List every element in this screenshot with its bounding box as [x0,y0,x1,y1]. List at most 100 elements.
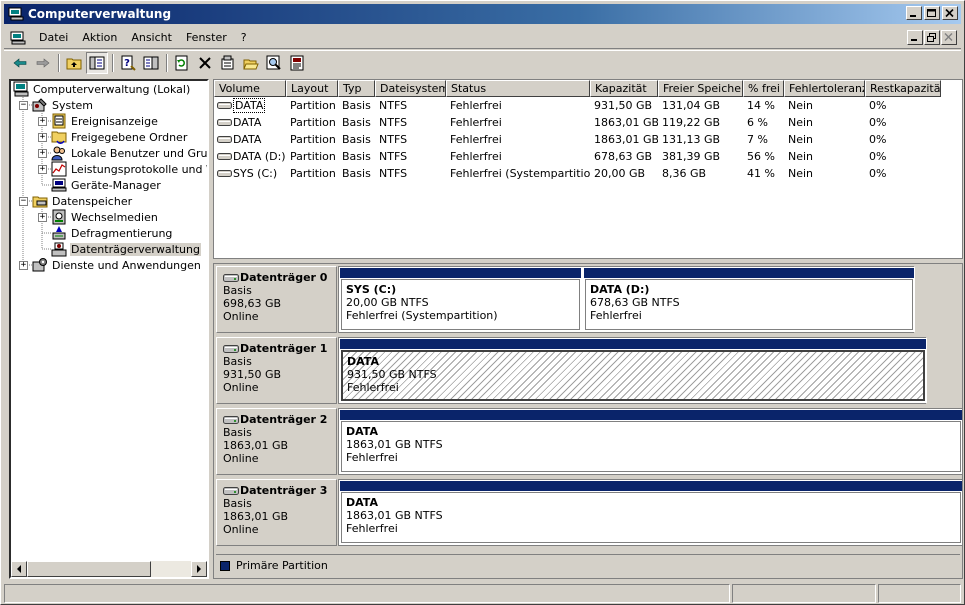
disk-info-panel[interactable]: Datenträger 1 Basis 931,50 GB Online [216,337,337,404]
table-cell: NTFS [379,99,408,112]
column-header[interactable]: Volume [214,80,286,97]
title-bar[interactable]: Computerverwaltung [4,4,961,24]
partition-block[interactable]: DATA 931,50 GB NTFS Fehlerfrei [339,338,927,403]
tree-item-geraete-manager[interactable]: Geräte-Manager [51,177,162,193]
event-viewer-icon [52,113,66,129]
table-cell: Fehlerfrei [450,99,502,112]
partition-status: Fehlerfrei [346,451,398,464]
computer-icon [13,81,29,97]
scroll-thumb[interactable] [27,561,151,577]
table-row[interactable]: DATA Partition Basis NTFS Fehlerfrei 1863,01 … [214,114,941,131]
child-minimize-button[interactable] [907,30,923,45]
tree-item-leistungsprotokolle[interactable]: + Leistungsprotokolle und War [38,161,207,177]
delete-button[interactable] [194,52,216,74]
table-row[interactable]: DATA Partition Basis NTFS Fehlerfrei 931,50 G… [214,97,941,114]
volume-list[interactable]: Volume Layout Typ Dateisystem Status Kapazitä… [213,79,963,259]
tree-item-label: Lokale Benutzer und Gruppe [71,146,208,160]
status-pane-3 [878,584,961,603]
table-cell: DATA [214,97,286,114]
show-tree-button[interactable] [86,52,108,74]
scroll-right-button[interactable] [191,561,207,577]
expand-toggle[interactable]: + [19,260,28,270]
console-tree[interactable]: Computerverwaltung (Lokal) − System + Er… [9,79,209,579]
tree-item-wechselmedien[interactable]: + Wechselmedien [38,209,159,225]
partition-label: SYS (C:) [346,283,397,296]
partition-type-bar [340,481,962,491]
menu-fenster[interactable]: Fenster [179,31,234,44]
tree-item-dienste[interactable]: + Dienste und Anwendungen [19,257,202,273]
help-icon: ? [121,55,136,71]
expand-toggle[interactable]: + [38,148,47,158]
table-cell: Basis [342,99,371,112]
properties-button[interactable] [217,52,239,74]
partition-block[interactable]: DATA (D:) 678,63 GB NTFS Fehlerfrei [583,267,915,332]
menu-datei[interactable]: Datei [32,31,75,44]
tree-item-freigegebene-ordner[interactable]: + Freigegebene Ordner [38,129,188,145]
disk-info-panel[interactable]: Datenträger 2 Basis 1863,01 GB Online [216,408,337,475]
view-icon [143,56,159,70]
expand-toggle[interactable]: + [38,116,47,126]
scroll-left-button[interactable] [11,561,27,577]
column-header[interactable]: Dateisystem [375,80,446,97]
table-cell: 56 % [747,150,775,163]
table-row[interactable]: SYS (C:) Partition Basis NTFS Fehlerfrei (Sy… [214,165,941,182]
forward-button[interactable] [32,52,54,74]
column-header[interactable]: Status [446,80,590,97]
disk-name: Datenträger 3 [240,484,328,497]
partition-block[interactable]: SYS (C:) 20,00 GB NTFS Fehlerfrei (Systemp… [339,267,582,332]
tree-item-defragmentierung[interactable]: Defragmentierung [51,225,173,241]
table-cell: 1863,01 GB [594,133,658,146]
partition-type-bar [584,268,914,278]
column-header[interactable]: Fehlertoleranz [784,80,865,97]
partition-block[interactable]: DATA 1863,01 GB NTFS Fehlerfrei [339,480,962,545]
disk-type: Basis [223,355,252,368]
open-button[interactable] [240,52,262,74]
expand-toggle[interactable]: + [38,212,47,222]
tree-horizontal-scrollbar[interactable] [11,561,207,577]
table-row[interactable]: DATA Partition Basis NTFS Fehlerfrei 1863,01 … [214,131,941,148]
table-cell: Partition [290,99,336,112]
column-header[interactable]: % frei [743,80,784,97]
expand-toggle[interactable]: + [38,132,47,142]
menu-help[interactable]: ? [234,31,254,44]
disk-graphical-view[interactable]: Primäre Partition Datenträger 0 Basis 698,… [213,263,963,579]
minimize-icon [911,39,917,41]
tree-item-datentraegerverwaltung[interactable]: Datenträgerverwaltung [51,241,201,257]
export-button[interactable] [286,52,308,74]
back-button[interactable] [9,52,31,74]
help-button[interactable]: ? [117,52,139,74]
column-header[interactable]: Layout [286,80,338,97]
collapse-toggle[interactable]: − [19,196,28,206]
expand-toggle[interactable]: + [38,164,47,174]
column-header[interactable]: Typ [338,80,375,97]
tree-item-lokale-benutzer[interactable]: + Lokale Benutzer und Gruppe [38,145,208,161]
tree-item-datenspeicher[interactable]: − Datenspeicher [19,193,133,209]
menu-ansicht[interactable]: Ansicht [124,31,179,44]
tree-item-ereignisanzeige[interactable]: + Ereignisanzeige [38,113,159,129]
table-row[interactable]: DATA (D:) Partition Basis NTFS Fehlerfrei 678… [214,148,941,165]
refresh-button[interactable] [171,52,193,74]
maximize-button[interactable] [924,6,940,20]
minimize-button[interactable] [906,6,922,20]
view-button[interactable] [140,52,162,74]
tree-item-system[interactable]: − System [19,97,94,113]
up-button[interactable] [63,52,85,74]
disk-type: Basis [223,497,252,510]
disk-info-panel[interactable]: Datenträger 0 Basis 698,63 GB Online [216,266,337,333]
column-header[interactable]: Kapazität [590,80,658,97]
partition-block[interactable]: DATA 1863,01 GB NTFS Fehlerfrei [339,409,962,474]
column-header[interactable]: Restkapazität [865,80,941,97]
mmc-document-icon[interactable] [10,30,26,46]
collapse-toggle[interactable]: − [19,100,28,110]
volume-icon [217,170,232,177]
back-icon [13,58,27,68]
tree-item-root[interactable]: Computerverwaltung (Lokal) [13,81,191,97]
column-header[interactable]: Freier Speicher [658,80,743,97]
menu-aktion[interactable]: Aktion [75,31,124,44]
search-button[interactable] [263,52,285,74]
disk-info-panel[interactable]: Datenträger 3 Basis 1863,01 GB Online [216,479,337,546]
child-restore-button[interactable] [924,30,940,45]
close-button[interactable] [942,6,958,20]
child-close-button[interactable] [941,30,957,45]
table-cell: 41 % [747,167,775,180]
